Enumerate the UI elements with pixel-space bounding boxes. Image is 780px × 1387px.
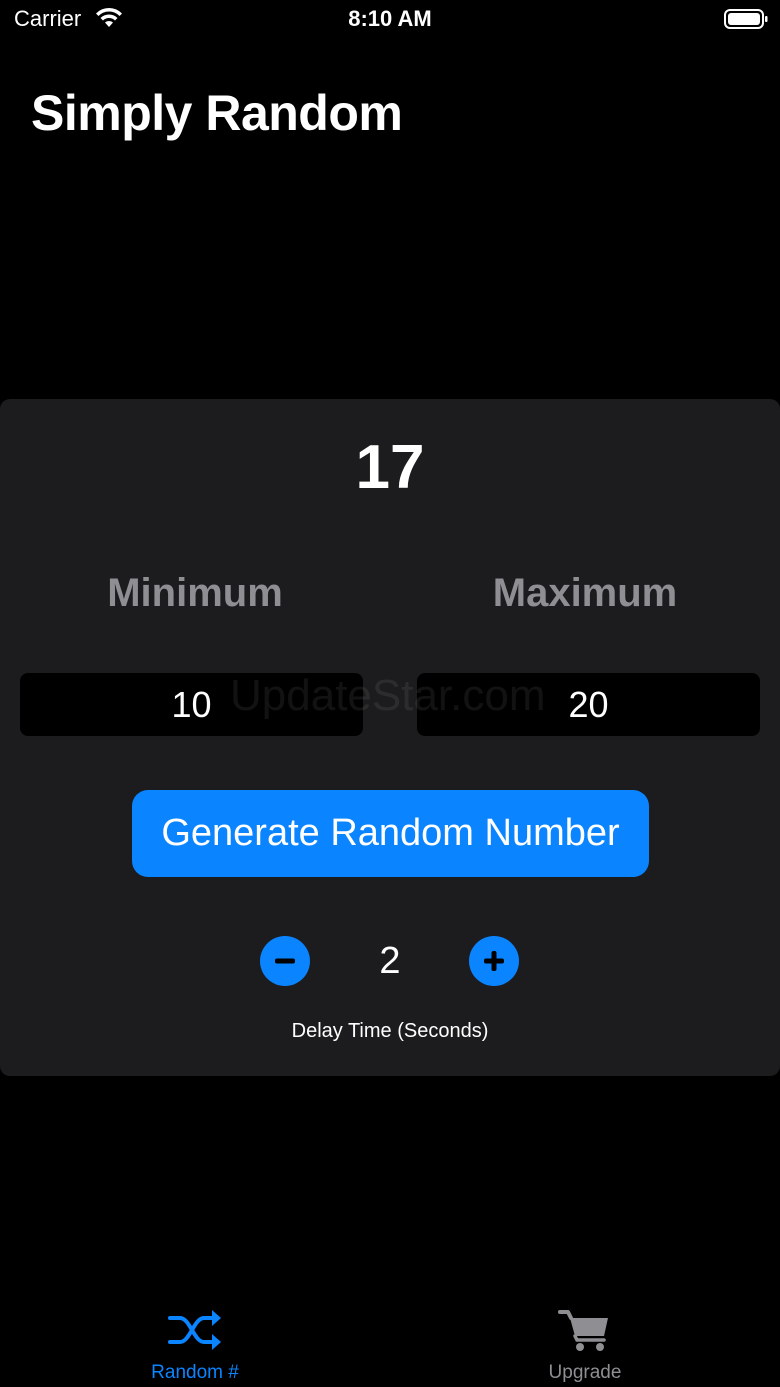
generate-button[interactable]: Generate Random Number — [132, 790, 649, 877]
status-time: 8:10 AM — [348, 6, 432, 31]
tab-bar: Random # Upgrade — [0, 1290, 780, 1387]
maximum-label: Maximum — [492, 571, 678, 615]
random-result: 17 — [355, 433, 425, 502]
decrement-delay-button[interactable] — [260, 936, 310, 986]
minimum-input[interactable]: 10 — [20, 673, 363, 736]
tab-random[interactable]: Random # — [0, 1290, 390, 1387]
tab-upgrade[interactable]: Upgrade — [390, 1290, 780, 1387]
battery-icon — [724, 9, 768, 29]
increment-delay-button[interactable] — [469, 936, 519, 986]
page-title: Simply Random — [31, 85, 403, 141]
shuffle-icon — [168, 1310, 221, 1350]
status-bar: Carrier 8:10 AM — [0, 0, 780, 40]
tab-random-label: Random # — [151, 1362, 239, 1383]
minus-circle-icon — [275, 958, 295, 964]
delay-label: Delay Time (Seconds) — [291, 1020, 489, 1042]
random-card: 17 Minimum Maximum 10 20 UpdateStar.com … — [0, 399, 780, 1076]
maximum-input[interactable]: 20 — [417, 673, 760, 736]
tab-upgrade-label: Upgrade — [548, 1362, 622, 1383]
minimum-label: Minimum — [107, 571, 283, 615]
cart-icon — [558, 1310, 608, 1351]
plus-circle-icon — [484, 951, 504, 971]
delay-value: 2 — [379, 940, 401, 982]
